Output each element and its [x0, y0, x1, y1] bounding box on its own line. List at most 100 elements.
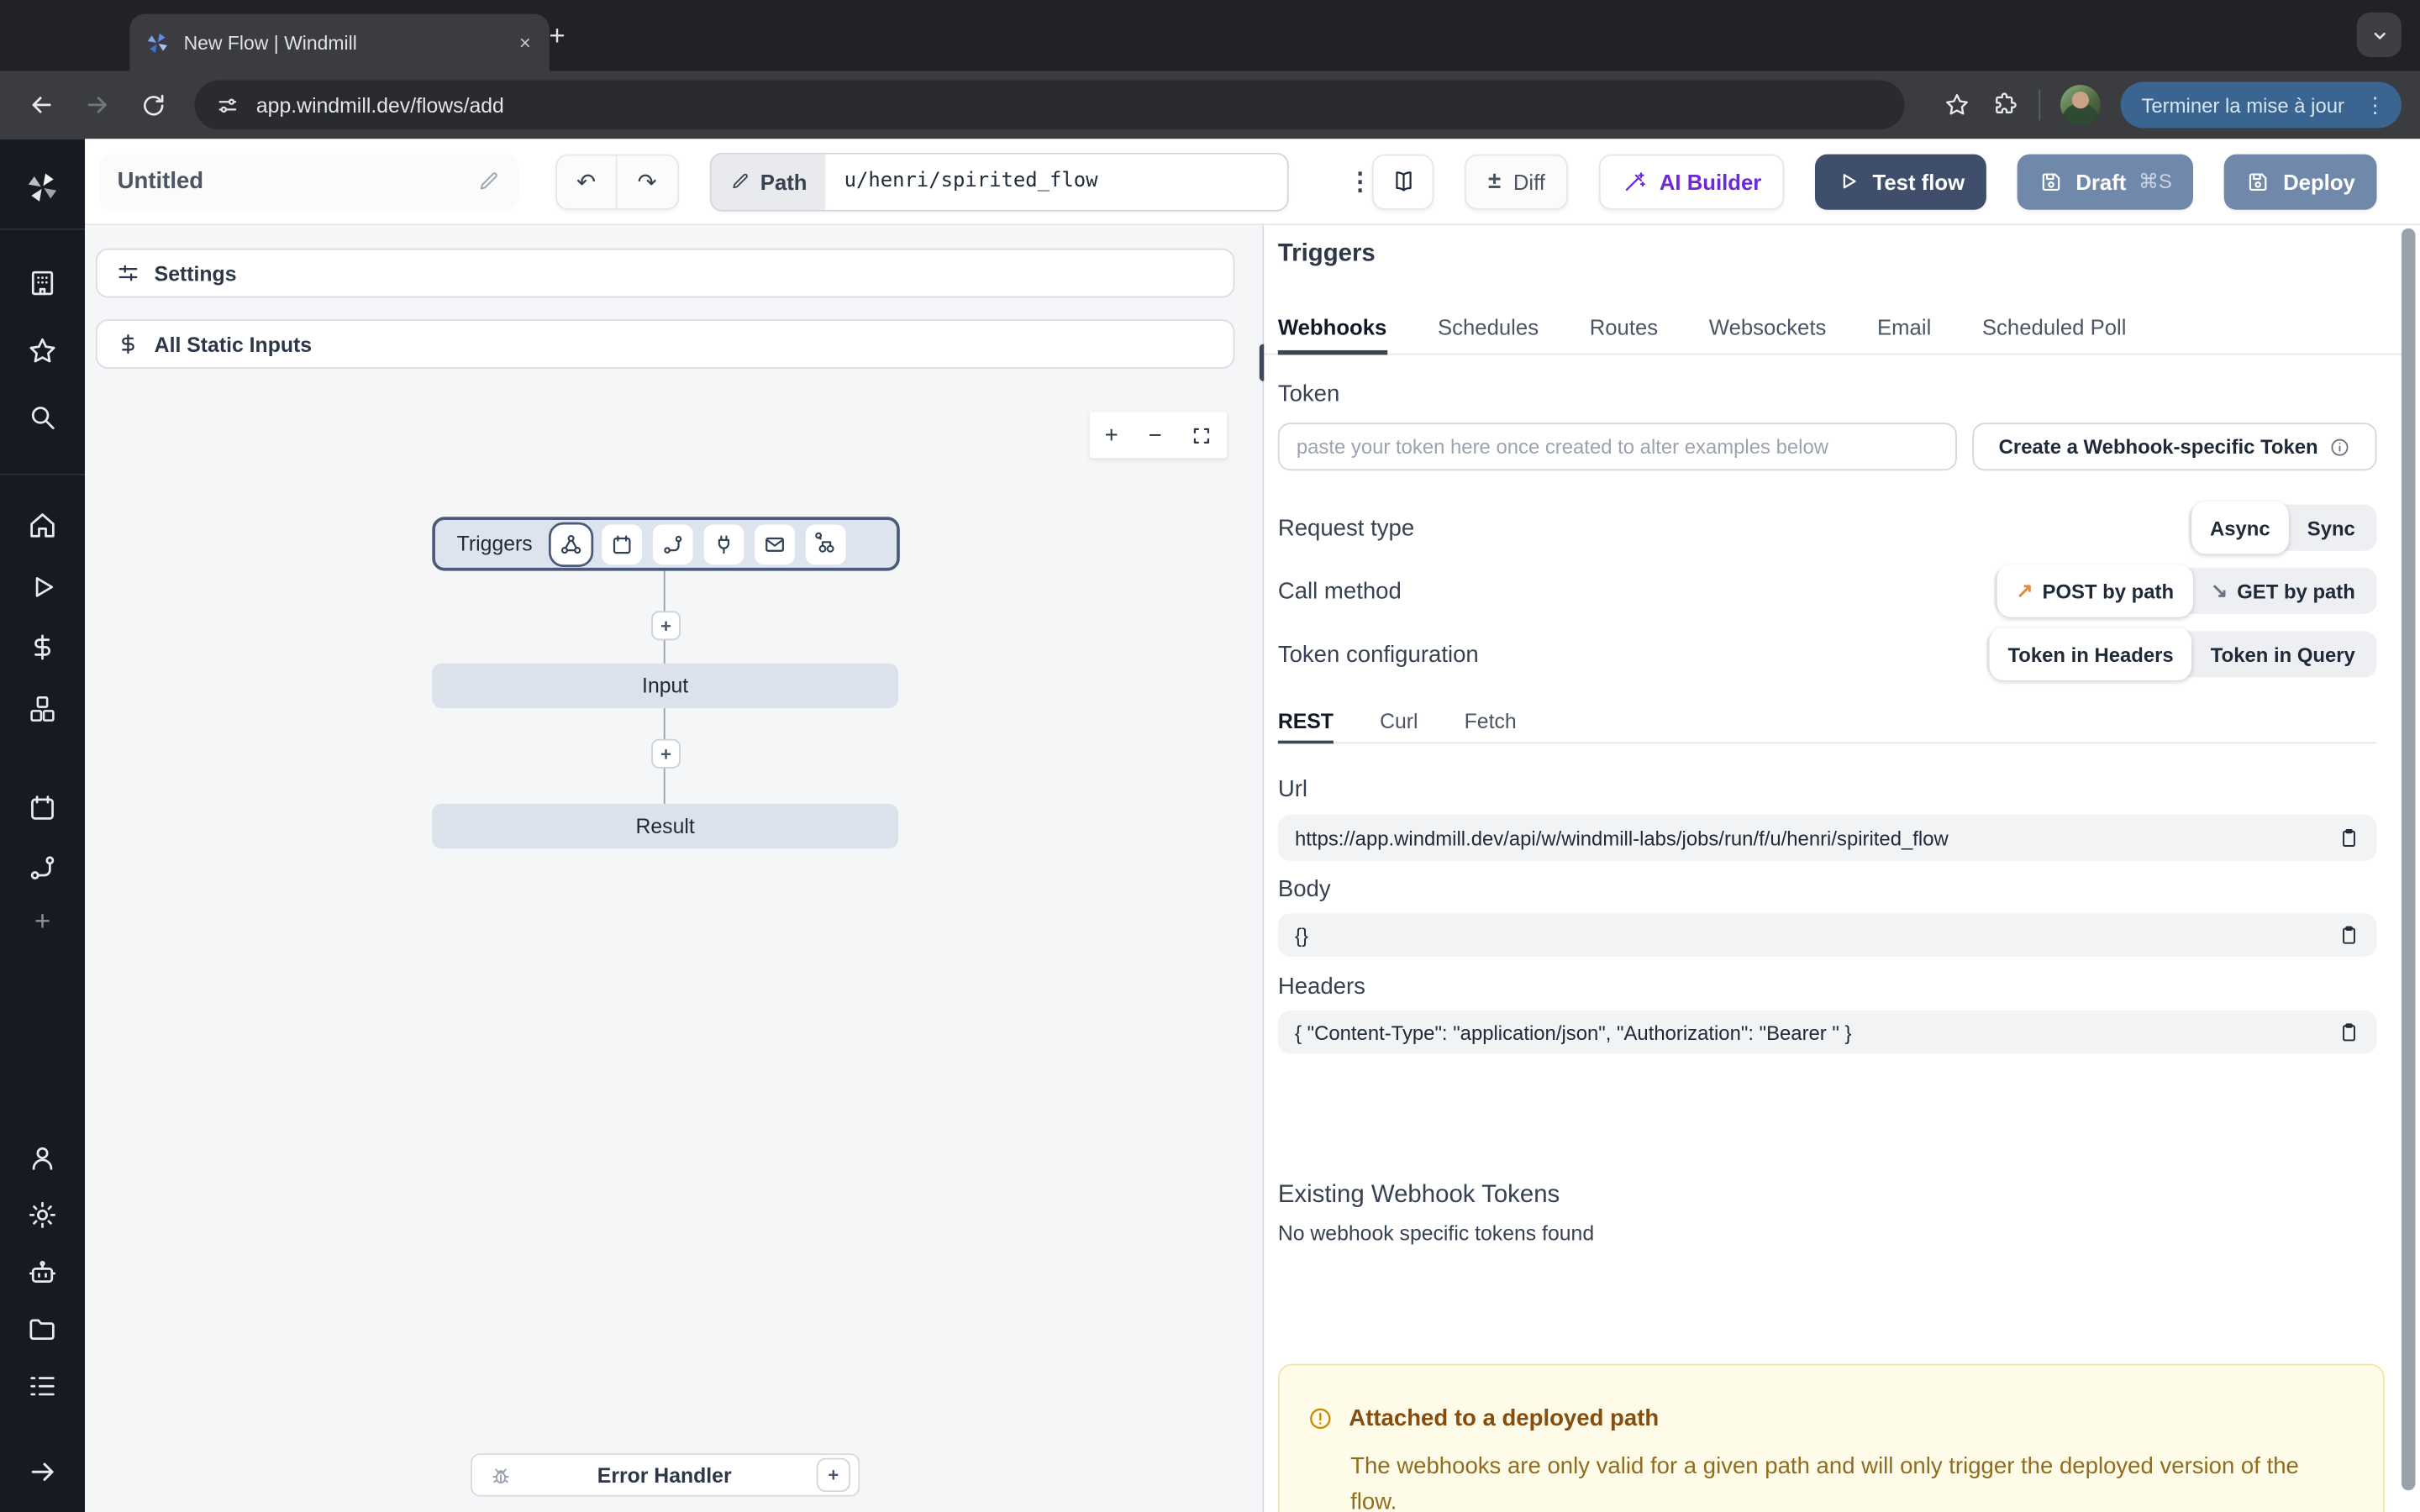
tab-email[interactable]: Email	[1877, 304, 1931, 355]
tab-search-button[interactable]	[2357, 13, 2402, 57]
sidebar-item-home[interactable]	[0, 509, 85, 542]
extensions-puzzle-icon[interactable]	[1990, 91, 2018, 118]
settings-label: Settings	[155, 261, 237, 285]
chrome-update-button[interactable]: Terminer la mise à jour ⋮	[2120, 81, 2402, 128]
sidebar-item-schedules[interactable]	[0, 791, 85, 824]
copy-clipboard-icon[interactable]	[2338, 827, 2360, 848]
tab-close-icon[interactable]: ×	[516, 31, 534, 55]
tab-scheduled-poll[interactable]: Scheduled Poll	[1982, 304, 2127, 355]
add-step-button[interactable]: +	[651, 611, 681, 640]
bookmark-star-icon[interactable]	[1943, 91, 1970, 118]
sidebar-item-runs[interactable]	[0, 571, 85, 604]
tab-webhooks[interactable]: Webhooks	[1278, 304, 1387, 355]
undo-button[interactable]: ↶	[556, 155, 618, 207]
option-token-in-query[interactable]: Token in Query	[2192, 631, 2374, 677]
copy-clipboard-icon[interactable]	[2338, 1021, 2360, 1043]
canvas-zoom-controls: + −	[1090, 412, 1227, 458]
sidebar-item-user[interactable]	[0, 1142, 85, 1174]
tab-websockets[interactable]: Websockets	[1709, 304, 1827, 355]
option-async[interactable]: Async	[2191, 501, 2289, 554]
sidebar-add-icon[interactable]: +	[0, 906, 85, 938]
option-token-in-headers[interactable]: Token in Headers	[1989, 628, 2191, 680]
schedule-trigger-icon[interactable]	[602, 524, 642, 564]
create-webhook-token-button[interactable]: Create a Webhook-specific Token	[1972, 423, 2376, 470]
settings-bar[interactable]: Settings	[96, 249, 1235, 298]
sidebar-item-variables[interactable]	[0, 631, 85, 664]
path-field-group: Path	[709, 152, 1289, 211]
sidebar-item-workers[interactable]	[0, 1256, 85, 1289]
tab-rest[interactable]: REST	[1278, 701, 1334, 743]
sidebar-expand-icon[interactable]	[0, 1457, 85, 1488]
option-post-by-path[interactable]: ↗ POST by path	[1997, 564, 2192, 617]
token-input[interactable]	[1278, 423, 1957, 470]
websocket-trigger-icon[interactable]	[704, 524, 744, 564]
test-flow-label: Test flow	[1873, 169, 1965, 193]
error-handler-node[interactable]: Error Handler +	[471, 1453, 860, 1496]
windmill-logo-icon[interactable]	[0, 170, 85, 205]
option-get-by-path[interactable]: ↘ GET by path	[2192, 568, 2374, 614]
add-error-handler-button[interactable]: +	[817, 1458, 850, 1492]
more-options-kebab-icon[interactable]: ⋮	[1348, 165, 1372, 197]
add-step-button[interactable]: +	[651, 739, 681, 769]
update-button-label: Terminer la mise à jour	[2141, 93, 2344, 117]
sidebar-item-favorites[interactable]	[0, 335, 85, 368]
sidebar-item-flows[interactable]	[0, 852, 85, 885]
body-value-field[interactable]: {}	[1278, 913, 2377, 956]
diff-button[interactable]: ± Diff	[1465, 154, 1568, 209]
docs-button[interactable]	[1372, 154, 1434, 209]
kebab-menu-icon[interactable]: ⋮	[2360, 94, 2391, 116]
tune-icon[interactable]	[216, 93, 239, 117]
flow-name-text: Untitled	[118, 168, 204, 194]
sidebar-item-resources[interactable]	[0, 693, 85, 726]
profile-avatar[interactable]	[2060, 85, 2100, 125]
zoom-out-button[interactable]: −	[1148, 422, 1161, 448]
all-static-inputs-bar[interactable]: All Static Inputs	[96, 319, 1235, 369]
sidebar-item-search[interactable]	[0, 402, 85, 434]
tab-schedules[interactable]: Schedules	[1438, 304, 1539, 355]
headers-label: Headers	[1278, 974, 1365, 1000]
forward-button[interactable]	[74, 81, 120, 128]
tab-fetch[interactable]: Fetch	[1465, 701, 1517, 743]
input-node[interactable]: Input	[432, 664, 898, 708]
redo-button[interactable]: ↷	[618, 155, 677, 207]
back-button[interactable]	[18, 81, 65, 128]
panel-scrollbar[interactable]	[2402, 228, 2416, 1490]
browser-tab[interactable]: New Flow | Windmill ×	[129, 14, 550, 71]
option-sync[interactable]: Sync	[2289, 505, 2374, 551]
copy-clipboard-icon[interactable]	[2338, 924, 2360, 946]
draft-button[interactable]: Draft ⌘S	[2018, 154, 2194, 209]
flow-canvas[interactable]: Settings All Static Inputs + −	[85, 225, 1262, 1512]
scheduled-poll-trigger-icon[interactable]	[806, 524, 846, 564]
result-node[interactable]: Result	[432, 804, 898, 848]
new-tab-button[interactable]: +	[539, 17, 576, 54]
test-flow-button[interactable]: Test flow	[1816, 154, 1986, 209]
flow-name-field[interactable]: Untitled	[99, 154, 518, 209]
deploy-button[interactable]: Deploy	[2224, 154, 2376, 209]
tab-curl[interactable]: Curl	[1380, 701, 1418, 743]
headers-value-field[interactable]: { "Content-Type": "application/json", "A…	[1278, 1011, 2377, 1053]
sidebar-item-settings[interactable]	[0, 1199, 85, 1231]
path-chip[interactable]: Path	[711, 154, 826, 209]
url-value-field[interactable]: https://app.windmill.dev/api/w/windmill-…	[1278, 815, 2377, 861]
url-field[interactable]: app.windmill.dev/flows/add	[194, 81, 1904, 130]
webhook-trigger-icon[interactable]	[551, 524, 592, 564]
sidebar-item-workspace[interactable]	[0, 267, 85, 300]
sidebar-item-logs[interactable]	[0, 1370, 85, 1403]
reload-button[interactable]	[129, 81, 176, 128]
sidebar-item-folders[interactable]	[0, 1313, 85, 1346]
fullscreen-button[interactable]	[1192, 425, 1212, 445]
path-input[interactable]	[826, 154, 1288, 209]
token-label: Token	[1278, 381, 1340, 407]
email-trigger-icon[interactable]	[755, 524, 795, 564]
route-trigger-icon[interactable]	[653, 524, 693, 564]
ai-builder-button[interactable]: AI Builder	[1599, 154, 1785, 209]
triggers-node[interactable]: Triggers	[432, 517, 900, 570]
zoom-in-button[interactable]: +	[1105, 422, 1118, 448]
draft-shortcut: ⌘S	[2139, 169, 2172, 193]
windmill-favicon-icon	[145, 30, 170, 55]
body-value: {}	[1295, 923, 1308, 947]
pencil-icon[interactable]	[476, 170, 500, 193]
triggers-node-label: Triggers	[457, 533, 533, 556]
tab-routes[interactable]: Routes	[1590, 304, 1658, 355]
magic-wand-icon	[1623, 169, 1647, 193]
